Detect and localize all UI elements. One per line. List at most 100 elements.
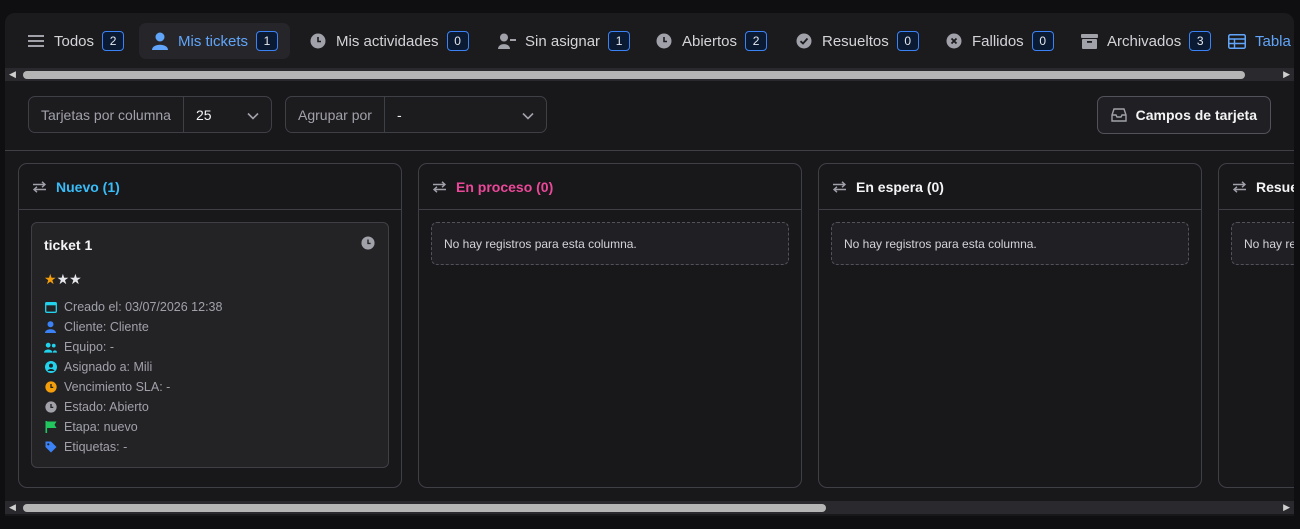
column-title: En espera (0) (856, 178, 944, 195)
empty-column-message: No hay registros para esta columna. (831, 222, 1189, 265)
tab-mis-tickets[interactable]: Mis tickets 1 (139, 23, 291, 59)
clock-icon (44, 381, 57, 394)
tab-label: Fallidos (972, 32, 1024, 50)
clock-icon (655, 32, 673, 50)
count-badge: 0 (1031, 31, 1054, 51)
scrollbar-thumb[interactable] (23, 71, 1245, 79)
field-sla: Vencimiento SLA: - (44, 377, 222, 397)
column-nuevo: Nuevo (1) ticket 1 ★★★ Creado el: 03/07/… (18, 163, 402, 488)
cards-per-column-control: Tarjetas por columna 25 (28, 96, 272, 133)
empty-column-message: No hay registros para esta columna. (431, 222, 789, 265)
field-client: Cliente: Cliente (44, 317, 222, 337)
button-label: Campos de tarjeta (1135, 107, 1257, 123)
users-icon (44, 341, 57, 354)
cards-per-column-select[interactable]: 25 (184, 97, 271, 132)
count-badge: 3 (1189, 31, 1212, 51)
table-icon (1228, 32, 1246, 50)
swap-arrows-icon (1232, 180, 1247, 193)
scrollbar-thumb[interactable] (23, 504, 826, 512)
tab-mis-actividades[interactable]: Mis actividades 0 (297, 23, 481, 59)
tab-abiertos[interactable]: Abiertos 2 (643, 23, 779, 59)
check-circle-icon (795, 32, 813, 50)
column-title: Resueltos (0) (1256, 178, 1294, 195)
select-value: 25 (195, 106, 212, 123)
field-assignee: Asignado a: Mili (44, 357, 222, 377)
field-stage: Etapa: nuevo (44, 417, 222, 437)
ticket-card[interactable]: ticket 1 ★★★ Creado el: 03/07/2026 12:38… (31, 222, 389, 468)
tab-sin-asignar[interactable]: Sin asignar 1 (486, 23, 642, 59)
column-header[interactable]: Nuevo (1) (19, 164, 401, 210)
flag-icon (44, 421, 57, 434)
tab-label: Todos (54, 32, 95, 50)
user-minus-icon (498, 32, 516, 50)
chevron-down-icon (522, 107, 534, 123)
tab-label: Mis actividades (336, 32, 439, 50)
tab-label: Resueltos (822, 32, 889, 50)
field-team: Equipo: - (44, 337, 222, 357)
field-tags: Etiquetas: - (44, 437, 222, 457)
star-empty-icon: ★★ (56, 271, 82, 287)
column-header[interactable]: En espera (0) (819, 164, 1201, 210)
select-value: - (396, 106, 402, 123)
board-horizontal-scrollbar[interactable]: ◀ ▶ (5, 501, 1294, 514)
column-header[interactable]: En proceso (0) (419, 164, 801, 210)
chevron-down-icon (247, 107, 259, 123)
tab-fallidos[interactable]: Fallidos 0 (933, 23, 1066, 59)
swap-arrows-icon (32, 180, 47, 193)
tab-resueltos[interactable]: Resueltos 0 (783, 23, 931, 59)
column-resueltos: Resueltos (0) No hay registros para esta… (1218, 163, 1294, 488)
calendar-icon (44, 301, 57, 314)
count-badge: 0 (896, 31, 919, 51)
ticket-title: ticket 1 (44, 237, 93, 253)
group-by-label: Agrupar por (286, 97, 385, 132)
swap-arrows-icon (832, 180, 847, 193)
group-by-control: Agrupar por - (285, 96, 547, 133)
card-fields-button[interactable]: Campos de tarjeta (1096, 96, 1271, 134)
column-title: Nuevo (1) (56, 178, 120, 195)
scroll-left-arrow-icon[interactable]: ◀ (9, 70, 16, 79)
ticket-fields: Creado el: 03/07/2026 12:38 Cliente: Cli… (44, 297, 222, 457)
swap-arrows-icon (432, 180, 447, 193)
user-icon (44, 321, 57, 334)
field-created: Creado el: 03/07/2026 12:38 (44, 297, 222, 317)
tab-todos[interactable]: Todos 2 (15, 23, 136, 59)
column-title: En proceso (0) (456, 178, 554, 195)
tabs-horizontal-scrollbar[interactable]: ◀ ▶ (5, 68, 1294, 81)
group-by-select[interactable]: - (385, 97, 546, 132)
count-badge: 1 (608, 31, 631, 51)
tab-label: Abiertos (682, 32, 738, 50)
kanban-board: Nuevo (1) ticket 1 ★★★ Creado el: 03/07/… (5, 151, 1294, 501)
count-badge: 2 (745, 31, 768, 51)
app-frame: Todos 2 Mis tickets 1 Mis actividades 0 … (5, 13, 1294, 516)
count-badge: 1 (256, 31, 279, 51)
inbox-icon (1110, 108, 1127, 122)
tab-label: Mis tickets (178, 32, 249, 50)
x-circle-icon (945, 32, 963, 50)
tab-tabla[interactable]: Tabla (1216, 23, 1294, 59)
priority-rating: ★★★ (44, 271, 82, 288)
clock-icon (309, 32, 327, 50)
count-badge: 0 (446, 31, 469, 51)
archive-icon (1080, 32, 1098, 50)
tab-label: Sin asignar (525, 32, 601, 50)
user-icon (151, 32, 169, 50)
scroll-left-arrow-icon[interactable]: ◀ (9, 503, 16, 512)
clock-icon (44, 401, 57, 414)
star-filled-icon: ★ (44, 271, 57, 287)
field-status: Estado: Abierto (44, 397, 222, 417)
column-header[interactable]: Resueltos (0) (1219, 164, 1294, 210)
tag-icon (44, 441, 57, 454)
column-en-espera: En espera (0) No hay registros para esta… (818, 163, 1202, 488)
tab-archivados[interactable]: Archivados 3 (1068, 23, 1223, 59)
user-circle-icon (44, 361, 57, 374)
board-toolbar: Tarjetas por columna 25 Agrupar por - Ca… (5, 81, 1294, 151)
tab-label: Archivados (1107, 32, 1182, 50)
scroll-right-arrow-icon[interactable]: ▶ (1283, 70, 1290, 79)
count-badge: 2 (102, 31, 125, 51)
cards-per-column-label: Tarjetas por columna (29, 97, 184, 132)
clock-icon (361, 236, 375, 255)
scroll-right-arrow-icon[interactable]: ▶ (1283, 503, 1290, 512)
status-tabs: Todos 2 Mis tickets 1 Mis actividades 0 … (5, 13, 1294, 68)
list-icon (27, 32, 45, 50)
empty-column-message: No hay registros para esta columna. (1231, 222, 1294, 265)
